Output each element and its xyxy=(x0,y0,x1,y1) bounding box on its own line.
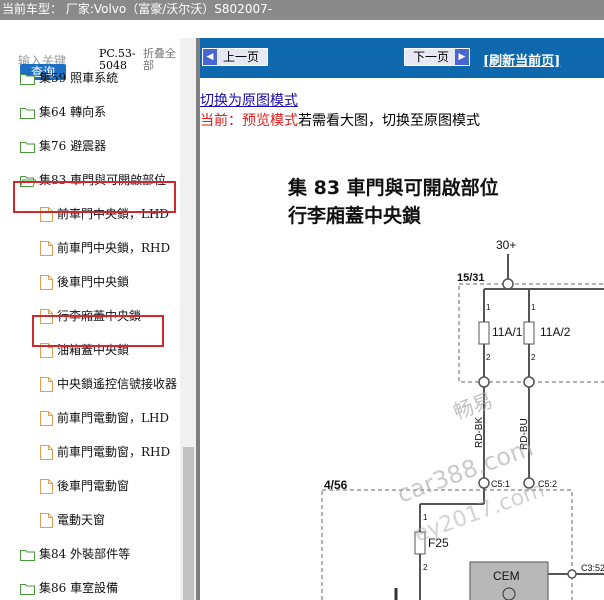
next-page-button[interactable]: 下一页 ▶ xyxy=(404,48,470,66)
junction-left xyxy=(478,376,490,388)
tree-folder-item[interactable]: 集76 避震器 xyxy=(20,130,106,162)
arrow-left-icon: ◀ xyxy=(203,49,217,65)
fuse-11a2 xyxy=(523,321,535,345)
tree-item-label: 集84 外裝部件等 xyxy=(39,547,131,561)
tree-item-label: 中央鎖遙控信號接收器 xyxy=(57,377,178,391)
label-c51: C5:1 xyxy=(491,479,510,489)
label-cem: CEM xyxy=(493,569,520,583)
tree-folder-item[interactable]: 集64 轉向系 xyxy=(20,96,106,128)
tree-item-label: 前車門電動窗，LHD xyxy=(57,411,170,425)
selected-item-highlight xyxy=(32,315,164,347)
tree-doc-item[interactable]: 中央鎖遙控信號接收器 xyxy=(40,368,177,400)
document-icon xyxy=(40,512,53,528)
refresh-page-link[interactable]: [刷新当前页] xyxy=(483,50,560,69)
mode-current: 当前：预览模式 xyxy=(200,113,298,129)
document-icon xyxy=(40,240,53,256)
pin-2b: 2 xyxy=(531,353,536,362)
zone-15-31: 15/31 xyxy=(457,272,485,284)
fuse-11a1 xyxy=(478,321,490,345)
collapse-all-link[interactable]: 折叠全部 xyxy=(143,48,179,72)
pin-2c: 2 xyxy=(423,563,428,572)
folder-icon xyxy=(20,107,35,119)
tree-doc-item[interactable]: 前車門電動窗，RHD xyxy=(40,436,170,468)
document-icon xyxy=(40,410,53,426)
watermark-1: 畅易 xyxy=(450,388,496,424)
prev-page-button[interactable]: ◀ 上一页 xyxy=(202,48,268,66)
document-icon xyxy=(40,444,53,460)
label-rd-bk: RD-BK xyxy=(474,417,485,448)
tree-item-label: 前車門中央鎖，RHD xyxy=(57,241,171,255)
label-30plus: 30+ xyxy=(496,238,516,252)
document-icon xyxy=(40,274,53,290)
tree-item-label: 電動天窗 xyxy=(57,513,106,527)
pin-1a: 1 xyxy=(486,303,491,312)
diagram-title-2: 行李廂蓋中央鎖 xyxy=(287,204,422,227)
sidebar-scroll-thumb[interactable] xyxy=(183,447,194,600)
tree-item-label: 集64 轉向系 xyxy=(39,105,107,119)
tree-doc-item[interactable]: 電動天窗 xyxy=(40,504,105,536)
tree-doc-item[interactable]: 後車門中央鎖 xyxy=(40,266,129,298)
junction-top xyxy=(502,278,514,290)
folder-icon xyxy=(20,583,35,595)
label-11a1: 11A/1 xyxy=(492,325,523,339)
folder-icon xyxy=(20,141,35,153)
pin-1b: 1 xyxy=(531,303,536,312)
vehicle-model-bar: 当前车型： 厂家:Volvo（富豪/沃尔沃）S802007- xyxy=(0,0,604,20)
diagram-title-1: 集 83 車門與可開啟部位 xyxy=(287,176,499,199)
label-c352: C3:52 xyxy=(581,563,604,573)
folder-icon xyxy=(20,549,35,561)
page-toolbar: ◀ 上一页 下一页 ▶ [刷新当前页] xyxy=(200,38,604,78)
wiring-diagram: 集 83 車門與可開啟部位 行李廂蓋中央鎖 30+ 15/31 1 1 11A/… xyxy=(287,176,604,600)
tree-item-label: 集86 車室設備 xyxy=(39,581,119,595)
main-content: ◀ 上一页 下一页 ▶ [刷新当前页] 切换为原图模式 当前：预览模式若需看大图… xyxy=(200,38,604,600)
arrow-right-icon: ▶ xyxy=(455,49,469,65)
selected-folder-highlight xyxy=(13,181,176,213)
tree-folder-item[interactable]: 集59 照車系統 xyxy=(20,62,118,94)
tree-doc-item[interactable]: 前車門中央鎖，RHD xyxy=(40,232,170,264)
header-spacer xyxy=(0,20,604,38)
mode-status: 当前：预览模式若需看大图，切换至原图模式 xyxy=(200,110,480,130)
tree-item-label: 後車門電動窗 xyxy=(57,479,130,493)
sidebar: 输入关键 查询 PC.53-5048 折叠全部 集59 照車系統 集64 轉向系集… xyxy=(0,38,196,600)
tree-doc-item[interactable]: 前車門電動窗，LHD xyxy=(40,402,169,434)
switch-to-original-link[interactable]: 切换为原图模式 xyxy=(200,90,298,110)
tree-item-label: 集59 照車系統 xyxy=(39,71,119,85)
tree-item-label: 後車門中央鎖 xyxy=(57,275,130,289)
tree-folder-item[interactable]: 集84 外裝部件等 xyxy=(20,538,130,570)
document-icon xyxy=(40,478,53,494)
label-11a2: 11A/2 xyxy=(540,325,571,339)
tree-doc-item[interactable]: 後車門電動窗 xyxy=(40,470,129,502)
junction-c352 xyxy=(567,569,577,579)
tree-item-label: 集76 避震器 xyxy=(39,139,107,153)
folder-icon xyxy=(20,73,35,85)
pin-2a: 2 xyxy=(486,353,491,362)
junction-right xyxy=(523,376,535,388)
document-icon xyxy=(40,376,53,392)
tree-item-label: 前車門電動窗，RHD xyxy=(57,445,171,459)
mode-hint: 若需看大图，切换至原图模式 xyxy=(298,113,480,129)
tree-folder-item[interactable]: 集86 車室設備 xyxy=(20,572,118,600)
